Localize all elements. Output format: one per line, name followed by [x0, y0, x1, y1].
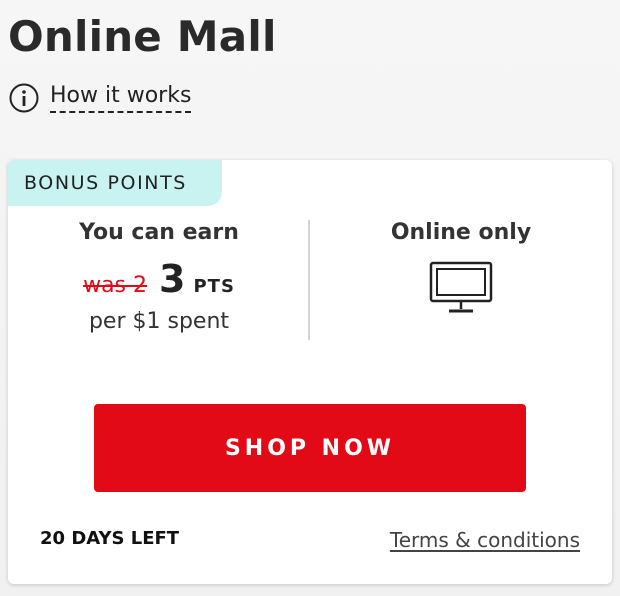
earn-section: You can earn was 2 3 PTS per $1 spent [8, 220, 310, 334]
earn-heading: You can earn [79, 220, 239, 245]
points-value: 3 [159, 257, 186, 301]
how-it-works-link[interactable]: How it works [8, 82, 192, 114]
terms-conditions-link[interactable]: Terms & conditions [390, 528, 580, 552]
per-dollar-text: per $1 spent [88, 309, 230, 334]
days-left-text: 20 DAYS LEFT [40, 528, 180, 549]
page-title: Online Mall [8, 12, 277, 61]
monitor-icon [429, 261, 493, 315]
info-icon [8, 82, 40, 114]
points-line: was 2 3 PTS [8, 257, 310, 301]
channel-heading: Online only [390, 220, 532, 245]
points-unit: PTS [193, 276, 235, 297]
previous-points: was 2 [83, 273, 148, 298]
how-it-works-label: How it works [50, 83, 192, 113]
shop-now-button[interactable]: SHOP NOW [94, 404, 526, 492]
offer-card: BONUS POINTS You can earn was 2 3 PTS pe… [8, 160, 612, 584]
online-mall-page: Online Mall How it works BONUS POINTS Yo… [0, 0, 620, 596]
bonus-points-badge: BONUS POINTS [8, 160, 222, 206]
channel-section: Online only [310, 220, 612, 319]
